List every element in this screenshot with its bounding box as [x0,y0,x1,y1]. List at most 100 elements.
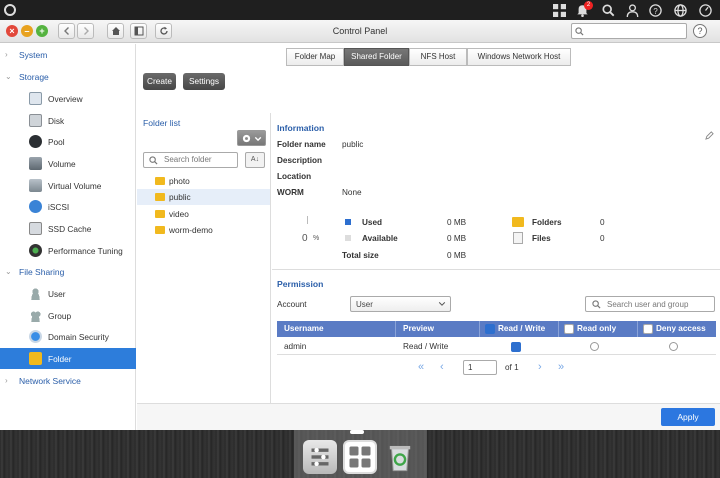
deny-all-checkbox[interactable] [643,324,653,334]
tab-shared-folder[interactable]: Shared Folder [344,48,409,66]
previous-page-button[interactable]: ‹ [440,361,444,373]
settings-button[interactable]: Settings [183,73,225,90]
help-icon[interactable]: ? [648,3,662,17]
folder-icon [155,193,165,201]
folder-item-photo[interactable]: photo [137,173,270,189]
folder-details-pane: Information Folder name public Descripti… [272,113,720,423]
row-read-write-checkbox[interactable] [511,342,521,352]
folder-item-public[interactable]: public [137,189,270,205]
system-topbar: 2 ? [0,0,720,20]
chevron-right-icon: › [5,50,8,59]
virtual-volume-icon [29,179,42,192]
create-button[interactable]: Create [143,73,176,90]
edit-folder-icon[interactable] [705,131,714,140]
search-icon[interactable] [601,3,615,17]
read-only-all-checkbox[interactable] [564,324,574,334]
column-preview[interactable]: Preview [396,321,480,337]
sidebar: › System ⌄ Storage Overview Disk Pool Volu… [0,44,136,430]
description-label: Description [277,156,323,165]
chevron-right-icon: › [5,376,8,385]
total-size-value: 0 MB [447,251,467,260]
sidebar-item-user[interactable]: User [0,283,136,304]
sidebar-item-overview[interactable]: Overview [0,88,136,109]
folder-item-video[interactable]: video [137,206,270,222]
page-number-input[interactable]: 1 [463,360,497,375]
tab-folder-map[interactable]: Folder Map [286,48,344,66]
control-panel-dock-icon[interactable] [303,440,337,474]
chevron-down-icon: ⌄ [5,72,12,81]
available-value: 0 MB [447,234,467,243]
dock [294,430,427,478]
location-label: Location [277,172,312,181]
sidebar-item-domain-security[interactable]: Domain Security [0,326,136,347]
resource-monitor-icon[interactable] [698,3,712,17]
sidebar-item-virtual-volume[interactable]: Virtual Volume [0,175,136,196]
sidebar-item-volume[interactable]: Volume [0,153,136,174]
control-panel-window: × – + Control Panel ? › System ⌄ Storage O… [0,20,720,430]
sidebar-item-group[interactable]: Group [0,305,136,326]
chevron-down-icon: ⌄ [5,267,12,276]
sort-az-button[interactable]: A↓ [245,152,265,168]
sidebar-item-ssd-cache[interactable]: SSD Cache [0,218,136,239]
column-deny-access[interactable]: Deny access [638,321,716,337]
folder-actions-gear-button[interactable] [237,130,266,146]
tab-windows-network-host[interactable]: Windows Network Host [467,48,571,66]
recycle-bin-dock-icon[interactable] [383,440,417,474]
language-globe-icon[interactable] [673,3,687,17]
apps-grid-icon[interactable] [552,3,566,17]
available-legend-icon [345,235,351,241]
gear-icon [242,134,262,143]
row-read-only-radio[interactable] [590,342,599,351]
last-page-button[interactable]: » [558,361,564,373]
svg-text:?: ? [653,6,658,15]
domain-security-icon [29,330,42,343]
sidebar-item-disk[interactable]: Disk [0,110,136,131]
disk-icon [29,114,42,127]
usage-percent: 0 [302,233,308,244]
user-group-search-input[interactable]: Search user and group [585,296,715,312]
folder-list-title: Folder list [143,118,181,128]
available-label: Available [362,234,398,243]
sidebar-item-iscsi[interactable]: iSCSI [0,196,136,217]
row-deny-access-radio[interactable] [669,342,678,351]
dock-active-indicator [350,430,364,434]
tab-nfs-host[interactable]: NFS Host [409,48,467,66]
footer-bar: Apply [137,403,720,430]
sidebar-section-system[interactable]: › System [0,44,136,65]
user-icon[interactable] [625,3,639,17]
sidebar-item-folder[interactable]: Folder [0,348,136,369]
used-legend-icon [345,219,351,225]
ssd-cache-icon [29,222,42,235]
content-toolbar: Folder Map Shared Folder NFS Host Window… [137,44,720,113]
read-write-all-checkbox[interactable] [485,324,495,334]
folder-item-worm-demo[interactable]: worm-demo [137,222,270,238]
folder-name-label: Folder name [277,140,326,149]
sidebar-section-network-service[interactable]: › Network Service [0,370,136,391]
column-read-write[interactable]: Read / Write [480,321,559,337]
column-read-only[interactable]: Read only [559,321,638,337]
account-type-select[interactable]: User [350,296,451,312]
folder-list-pane: Folder list Search folder A↓ photo publi… [137,113,271,423]
app-center-dock-icon[interactable] [343,440,377,474]
row-username: admin [284,342,307,351]
column-username[interactable]: Username [277,321,396,337]
control-panel-search-input[interactable] [571,23,687,39]
user-icon [29,287,42,300]
search-icon [592,300,601,309]
next-page-button[interactable]: › [538,361,542,373]
sidebar-section-storage[interactable]: ⌄ Storage [0,66,136,87]
qts-logo-icon[interactable] [4,4,16,16]
first-page-button[interactable]: « [418,361,424,373]
notification-badge: 2 [584,1,593,10]
folder-name-value: public [342,140,364,149]
performance-tuning-icon [29,244,42,257]
folder-icon [155,226,165,234]
window-titlebar: × – + Control Panel ? [0,20,720,43]
sidebar-item-performance-tuning[interactable]: Performance Tuning [0,240,136,261]
volume-icon [29,157,42,170]
apply-button[interactable]: Apply [661,408,715,426]
sidebar-item-pool[interactable]: Pool [0,131,136,152]
sidebar-section-file-sharing[interactable]: ⌄ File Sharing [0,261,136,282]
help-button[interactable]: ? [693,24,707,38]
folder-search-input[interactable]: Search folder [143,152,238,168]
